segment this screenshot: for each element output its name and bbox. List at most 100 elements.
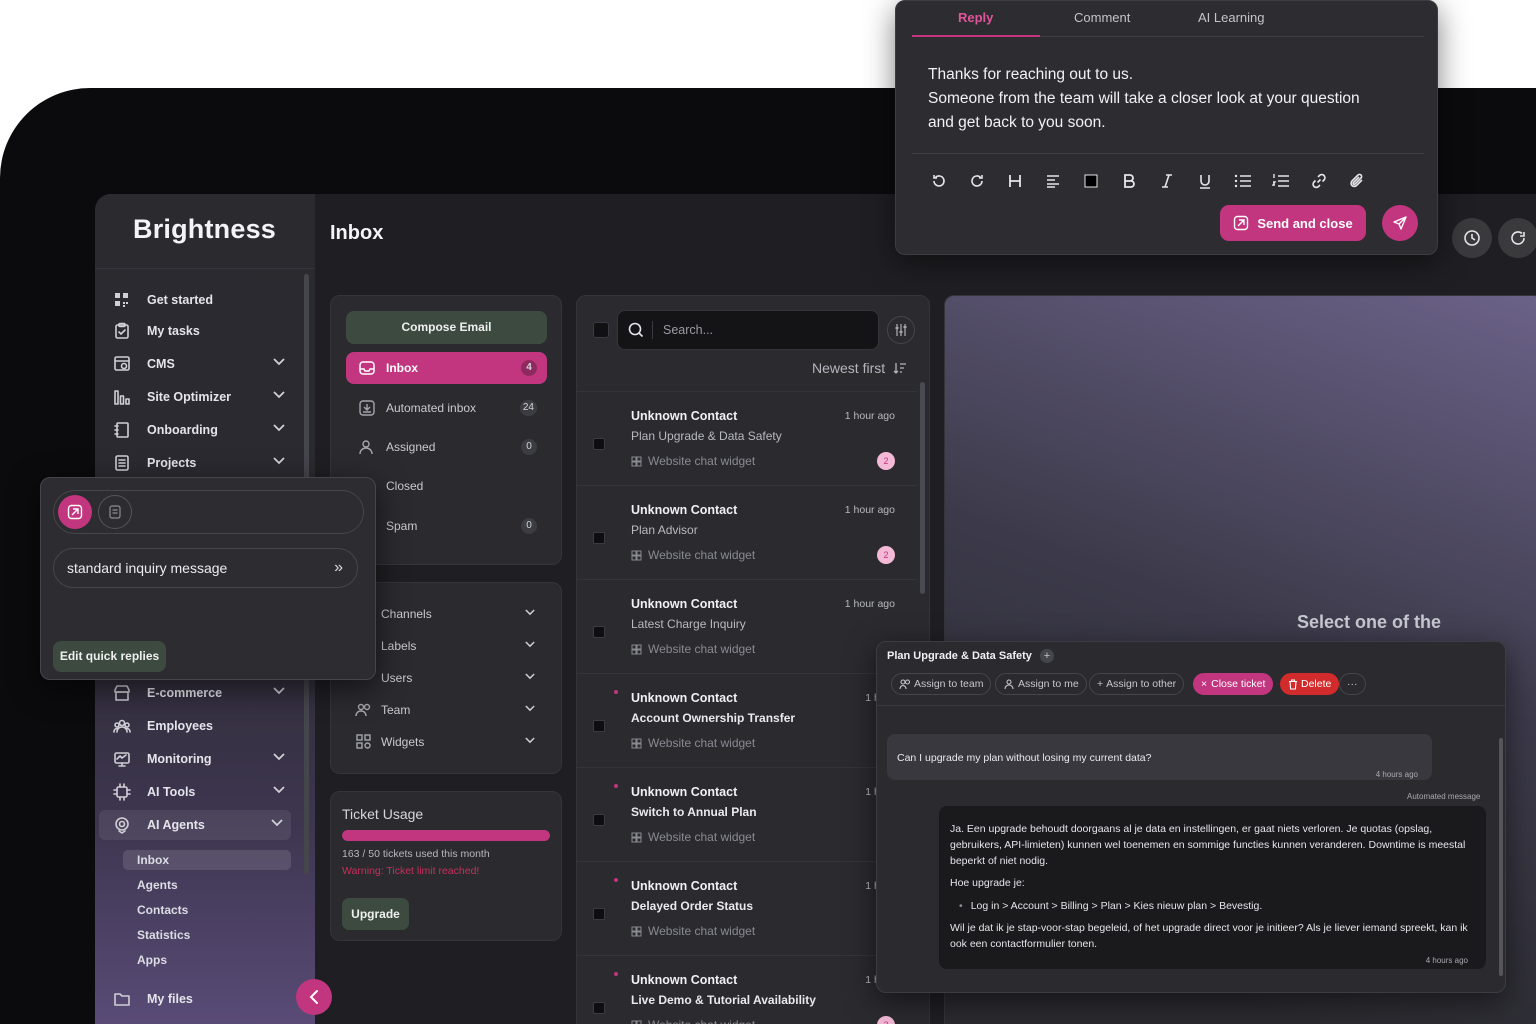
add-label-button[interactable]: +	[1040, 649, 1054, 663]
tab-reply[interactable]: Reply	[958, 10, 993, 25]
folder-label: Spam	[386, 519, 418, 533]
filter-users[interactable]: Users	[355, 665, 535, 691]
assign-to-other-button[interactable]: + Assign to other	[1089, 673, 1185, 695]
select-all-checkbox[interactable]	[593, 322, 609, 338]
folder-automated-inbox[interactable]: Automated inbox 24	[346, 392, 547, 424]
clock-icon	[1464, 230, 1480, 246]
compose-email-button[interactable]: Compose Email	[346, 311, 547, 344]
edit-quick-replies-button[interactable]: Edit quick replies	[53, 641, 166, 672]
link-icon[interactable]	[1300, 169, 1338, 193]
conversation-source: Website chat widget	[631, 1018, 755, 1024]
filter-settings-button[interactable]	[887, 316, 915, 344]
numbered-list-icon[interactable]	[1262, 169, 1300, 193]
widget-icon	[631, 644, 642, 654]
sidebar-item-employees[interactable]: Employees	[109, 711, 293, 741]
search-box[interactable]: Search...	[617, 310, 879, 350]
row-checkbox[interactable]	[593, 814, 605, 826]
sidebar-item-projects[interactable]: Projects	[109, 448, 293, 478]
sidebar-item-ai-agents[interactable]: AI Agents	[99, 810, 291, 840]
conversation-row[interactable]: Unknown Contact1 hourAccount Ownership T…	[577, 673, 917, 767]
attachment-icon[interactable]	[1338, 169, 1376, 193]
upgrade-button[interactable]: Upgrade	[342, 898, 409, 930]
automated-message-label: Automated message	[1407, 792, 1481, 801]
conversation-subject: Live Demo & Tutorial Availability	[631, 993, 816, 1007]
color-swatch-icon[interactable]	[1072, 169, 1110, 193]
tab-comment[interactable]: Comment	[1074, 10, 1130, 25]
sidebar-item-e-commerce[interactable]: E-commerce	[109, 678, 293, 708]
row-checkbox[interactable]	[593, 438, 605, 450]
bold-icon[interactable]	[1110, 169, 1148, 193]
contact-name: Unknown Contact	[631, 879, 738, 893]
folder-spam[interactable]: Spam 0	[346, 510, 547, 542]
assign-to-me-button[interactable]: Assign to me	[995, 673, 1087, 695]
folder-assigned[interactable]: Assigned 0	[346, 431, 547, 463]
underline-icon[interactable]	[1186, 169, 1224, 193]
sidebar-item-ai-tools[interactable]: AI Tools	[109, 777, 293, 807]
conversation-time: 1 hour ago	[844, 598, 895, 610]
collapse-sidebar-button[interactable]	[296, 979, 332, 1015]
filter-team[interactable]: Team	[355, 697, 535, 723]
user-icon	[359, 440, 373, 455]
quick-reply-item[interactable]: standard inquiry message »	[53, 548, 358, 588]
folder-inbox[interactable]: Inbox 4	[346, 352, 547, 384]
refresh-button[interactable]	[1498, 218, 1536, 258]
download-box-icon	[359, 400, 375, 416]
sidebar-subitem-statistics[interactable]: Statistics	[123, 925, 291, 945]
chevron-down-icon	[525, 641, 535, 648]
sort-dropdown[interactable]: Newest first	[812, 360, 907, 376]
align-left-icon[interactable]	[1034, 169, 1072, 193]
row-checkbox[interactable]	[593, 908, 605, 920]
history-button[interactable]	[1452, 218, 1492, 258]
sidebar-subitem-agents[interactable]: Agents	[123, 875, 291, 895]
conversation-row[interactable]: Unknown Contact1 hourSwitch to Annual Pl…	[577, 767, 917, 861]
conversation-row[interactable]: Unknown Contact1 hourLive Demo & Tutoria…	[577, 955, 917, 1024]
sidebar-item-onboarding[interactable]: Onboarding	[109, 415, 293, 445]
sidebar-item-site-optimizer[interactable]: Site Optimizer	[109, 382, 293, 412]
sidebar-item-cms[interactable]: CMS	[109, 349, 293, 379]
conversation-row[interactable]: Unknown Contact 1 hour ago Latest Charge I…	[577, 579, 917, 673]
close-ticket-button[interactable]: × Close ticket	[1193, 673, 1274, 695]
delete-ticket-button[interactable]: Delete	[1280, 673, 1340, 695]
heading-icon[interactable]	[996, 169, 1034, 193]
conversation-subject: Plan Advisor	[631, 523, 698, 537]
filter-channels[interactable]: Channels	[355, 601, 535, 627]
sidebar-subitem-apps[interactable]: Apps	[123, 950, 291, 970]
reply-textarea[interactable]: Thanks for reaching out to us. Someone f…	[928, 63, 1398, 135]
reply-editor-card: Reply Comment AI Learning Thanks for rea…	[895, 0, 1438, 255]
send-and-close-button[interactable]: Send and close	[1220, 205, 1366, 241]
sidebar-item-my-tasks[interactable]: My tasks	[109, 316, 293, 346]
row-checkbox[interactable]	[593, 626, 605, 638]
sidebar-item-monitoring[interactable]: Monitoring	[109, 744, 293, 774]
quick-reply-tab-template[interactable]	[98, 495, 132, 529]
sidebar-item-my-files[interactable]: My files	[109, 984, 293, 1014]
tab-ai-learning[interactable]: AI Learning	[1198, 10, 1265, 25]
widget-icon	[631, 550, 642, 560]
redo-icon[interactable]	[958, 169, 996, 193]
filter-widgets[interactable]: Widgets	[355, 729, 535, 755]
sidebar-subitem-inbox[interactable]: Inbox	[123, 850, 291, 870]
send-button[interactable]	[1382, 205, 1418, 241]
sidebar-subitem-contacts[interactable]: Contacts	[123, 900, 291, 920]
ticket-scrollbar[interactable]	[1499, 738, 1503, 976]
row-checkbox[interactable]	[593, 1002, 605, 1014]
row-checkbox[interactable]	[593, 720, 605, 732]
assign-to-team-button[interactable]: Assign to team	[891, 673, 992, 695]
italic-icon[interactable]	[1148, 169, 1186, 193]
bullet-list-icon[interactable]	[1224, 169, 1262, 193]
search-input[interactable]: Search...	[663, 323, 713, 337]
conversation-row[interactable]: Unknown Contact 1 hour ago Plan Advisor Web…	[577, 485, 917, 579]
list-scrollbar[interactable]	[920, 382, 925, 594]
row-checkbox[interactable]	[593, 532, 605, 544]
filter-labels[interactable]: Labels	[355, 633, 535, 659]
conversation-row[interactable]: Unknown Contact1 hourDelayed Order Statu…	[577, 861, 917, 955]
folder-closed[interactable]: Closed	[346, 470, 547, 502]
bullet-dot: •	[959, 900, 963, 912]
quick-reply-tab-active[interactable]	[58, 495, 92, 529]
undo-icon[interactable]	[920, 169, 958, 193]
chevron-down-icon	[525, 609, 535, 616]
more-options-button[interactable]: ···	[1339, 673, 1366, 695]
refresh-icon	[1511, 231, 1525, 245]
folder-label: Inbox	[386, 361, 418, 375]
sidebar-item-get-started[interactable]: Get started	[109, 285, 293, 315]
conversation-row[interactable]: Unknown Contact 1 hour ago Plan Upgrade & …	[577, 391, 917, 485]
